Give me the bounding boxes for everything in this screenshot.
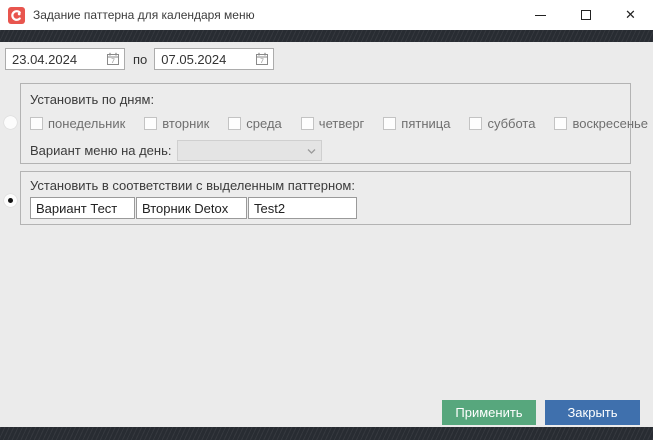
checkbox-tuesday[interactable] <box>144 117 157 130</box>
radio-selected-dot <box>8 198 13 203</box>
checkbox-friday-label: пятница <box>401 116 450 131</box>
date-separator-label: по <box>133 52 147 67</box>
radio-by-pattern[interactable] <box>4 194 17 207</box>
date-from-field[interactable]: 7 <box>5 48 125 70</box>
day-item-saturday: суббота <box>469 116 535 131</box>
menu-variant-row: Вариант меню на день: <box>30 140 621 161</box>
c-logo-icon <box>10 9 23 22</box>
top-dark-strip <box>0 30 653 42</box>
checkbox-monday[interactable] <box>30 117 43 130</box>
checkbox-thursday-label: четверг <box>319 116 365 131</box>
checkbox-thursday[interactable] <box>301 117 314 130</box>
minimize-button[interactable] <box>518 0 563 30</box>
close-dialog-button[interactable]: Закрыть <box>545 400 640 425</box>
maximize-button[interactable] <box>563 0 608 30</box>
date-to-field[interactable]: 7 <box>154 48 274 70</box>
group-by-days-title: Установить по дням: <box>30 92 621 107</box>
chevron-down-icon <box>307 147 316 155</box>
window-controls: ✕ <box>518 0 653 30</box>
days-checkbox-row: понедельник вторник среда четверг пятниц… <box>30 116 621 131</box>
day-item-wednesday: среда <box>228 116 282 131</box>
dialog-window: Задание паттерна для календаря меню ✕ 7 <box>0 0 653 440</box>
svg-text:7: 7 <box>260 58 264 65</box>
day-item-sunday: воскресенье <box>554 116 648 131</box>
dialog-body: 7 по 7 Устано <box>0 42 653 427</box>
day-item-thursday: четверг <box>301 116 365 131</box>
calendar-icon[interactable]: 7 <box>255 52 269 66</box>
close-button[interactable]: ✕ <box>608 0 653 30</box>
checkbox-saturday-label: суббота <box>487 116 535 131</box>
group-by-days: Установить по дням: понедельник вторник … <box>20 83 631 164</box>
checkbox-saturday[interactable] <box>469 117 482 130</box>
checkbox-wednesday-label: среда <box>246 116 282 131</box>
svg-text:7: 7 <box>111 58 115 65</box>
date-range-row: 7 по 7 <box>5 48 274 70</box>
calendar-icon[interactable]: 7 <box>106 52 120 66</box>
day-item-tuesday: вторник <box>144 116 209 131</box>
bottom-dark-strip <box>0 427 653 440</box>
group-by-pattern-title: Установить в соответствии с выделенным п… <box>30 178 621 193</box>
checkbox-sunday[interactable] <box>554 117 567 130</box>
titlebar: Задание паттерна для календаря меню ✕ <box>0 0 653 30</box>
day-item-friday: пятница <box>383 116 450 131</box>
date-to-input[interactable] <box>155 52 247 67</box>
checkbox-monday-label: понедельник <box>48 116 125 131</box>
maximize-icon <box>581 10 591 20</box>
group-by-pattern: Установить в соответствии с выделенным п… <box>20 171 631 225</box>
checkbox-friday[interactable] <box>383 117 396 130</box>
pattern-inputs-row <box>30 197 621 219</box>
checkbox-wednesday[interactable] <box>228 117 241 130</box>
window-title: Задание паттерна для календаря меню <box>33 8 255 22</box>
pattern-input-2[interactable] <box>136 197 247 219</box>
menu-variant-label: Вариант меню на день: <box>30 143 171 158</box>
app-icon <box>8 7 25 24</box>
close-icon: ✕ <box>625 9 636 22</box>
checkbox-tuesday-label: вторник <box>162 116 209 131</box>
pattern-input-1[interactable] <box>30 197 135 219</box>
minimize-icon <box>535 15 546 16</box>
date-from-input[interactable] <box>6 52 98 67</box>
pattern-input-3[interactable] <box>248 197 357 219</box>
day-item-monday: понедельник <box>30 116 125 131</box>
radio-by-days[interactable] <box>4 116 17 129</box>
checkbox-sunday-label: воскресенье <box>572 116 648 131</box>
menu-variant-select[interactable] <box>177 140 322 161</box>
apply-button[interactable]: Применить <box>442 400 536 425</box>
